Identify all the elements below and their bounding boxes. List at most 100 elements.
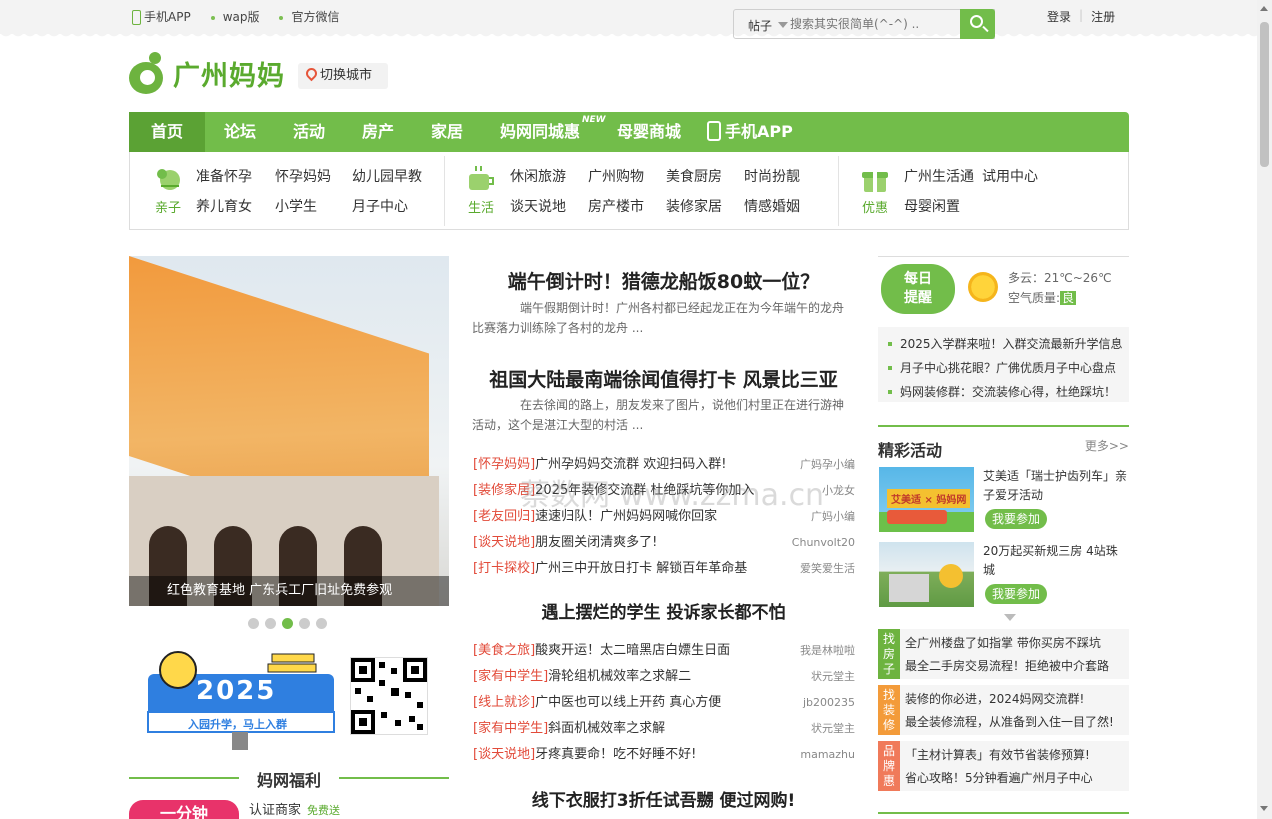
subnav-link[interactable]: 怀孕妈妈 xyxy=(275,166,331,186)
wap-link[interactable]: wap版 xyxy=(210,8,259,25)
one-minute-badge[interactable]: 一分钟 xyxy=(129,800,239,819)
activities-title: 精彩活动 xyxy=(878,441,943,460)
slider-dots xyxy=(248,618,327,629)
subnav-link[interactable]: 装修家居 xyxy=(666,196,722,216)
headline-desc: 端午假期倒计时！广州各村都已经起龙正在为今年端午的龙舟比赛落力训练除了各村的龙舟… xyxy=(472,301,845,335)
wechat-link[interactable]: 官方微信 xyxy=(279,8,340,25)
news-row[interactable]: [打卡探校]广州三中开放日打卡 解锁百年革命基 爱笑爱生活 xyxy=(473,556,855,582)
activity-image[interactable] xyxy=(879,542,974,607)
account-links: 登录 | 注册 xyxy=(1047,8,1115,25)
subnav-link[interactable]: 时尚扮靓 xyxy=(744,166,800,186)
subnav-group-life[interactable]: 生活 xyxy=(461,164,501,216)
promo-label: 找房子 xyxy=(878,629,900,679)
promo-decoration[interactable]: 找装修 装修的你必进，2024妈网交流群! 最全装修流程，从准备到入住一目了然! xyxy=(878,685,1129,735)
activity-title[interactable]: 20万起买新规三房 4站珠城 xyxy=(983,542,1129,580)
mobile-app-link[interactable]: 手机APP xyxy=(132,8,191,25)
bullet-icon xyxy=(210,15,215,20)
subnav-link[interactable]: 休闲旅游 xyxy=(510,166,566,186)
logo-mark-icon xyxy=(129,52,167,94)
city-switch-button[interactable]: 切换城市 xyxy=(298,63,388,89)
slider-dot-active[interactable] xyxy=(282,618,293,629)
divider xyxy=(878,812,1129,814)
nav-mobile-app[interactable]: 手机APP xyxy=(707,112,793,152)
sun-icon xyxy=(968,272,998,302)
register-link[interactable]: 注册 xyxy=(1091,8,1115,25)
coffee-cup-icon xyxy=(466,164,496,194)
subnav-link[interactable]: 情感婚姻 xyxy=(744,196,800,216)
news-row[interactable]: [谈天说地]朋友圈关闭清爽多了! Chunvolt20 xyxy=(473,530,855,556)
subnav-link[interactable]: 月子中心 xyxy=(352,196,408,216)
scroll-down-icon[interactable] xyxy=(1260,806,1268,811)
subnav-group-parenting[interactable]: 亲子 xyxy=(148,164,188,216)
site-logo[interactable]: 广州妈妈 xyxy=(129,52,285,94)
search-box: 帖子 xyxy=(733,9,995,39)
news-row[interactable]: [美食之旅]酸爽开运！太二暗黑店白嫖生日面 我是林啦啦 xyxy=(473,638,855,664)
slider-dot[interactable] xyxy=(265,618,276,629)
subnav-link[interactable]: 准备怀孕 xyxy=(196,166,252,186)
subnav-link[interactable]: 美食厨房 xyxy=(666,166,722,186)
scrollbar[interactable] xyxy=(1257,0,1272,819)
join-button[interactable]: 我要参加 xyxy=(985,509,1047,529)
tip-link[interactable]: 2025入学群来啦！入群交流最新升学信息 xyxy=(878,332,1129,356)
enrollment-banner[interactable]: 2025 入园升学，马上入群 xyxy=(132,646,337,751)
divider xyxy=(838,156,839,226)
subnav-link[interactable]: 房产楼市 xyxy=(588,196,644,216)
subnav-link[interactable]: 小学生 xyxy=(275,196,317,216)
slider-dot[interactable] xyxy=(299,618,310,629)
headline-title[interactable]: 端午倒计时！猎德龙船饭80蚊一位？ xyxy=(472,267,855,294)
nav-baby-mall[interactable]: 母婴商城 xyxy=(617,112,681,152)
slider-dot[interactable] xyxy=(316,618,327,629)
promo-brand[interactable]: 品牌惠 「主材计算表」有效节省装修预算! 省心攻略！5分钟看遍广州月子中心 xyxy=(878,741,1129,791)
section-title[interactable]: 线下衣服打3折任试吾嬲 便过网购! xyxy=(472,786,855,811)
search-input[interactable] xyxy=(790,14,925,34)
chevron-down-icon[interactable] xyxy=(1004,614,1016,621)
nav-city-deals[interactable]: 妈网同城惠 xyxy=(500,112,580,152)
slider-caption: 红色教育基地 广东兵工厂旧址免费参观 xyxy=(129,576,449,606)
nav-activity[interactable]: 活动 xyxy=(293,112,325,152)
slider-dot[interactable] xyxy=(248,618,259,629)
caret-down-icon xyxy=(778,22,789,33)
nav-home-decor[interactable]: 家居 xyxy=(431,112,463,152)
promo-housing[interactable]: 找房子 全广州楼盘了如指掌 带你买房不踩坑 最全二手房交易流程！拒绝被中介套路 xyxy=(878,629,1129,679)
tip-link[interactable]: 月子中心挑花眼？广佛优质月子中心盘点 xyxy=(878,356,1129,380)
welfare-item[interactable]: 认证商家 免费送 xyxy=(249,799,340,818)
subnav-link[interactable]: 广州购物 xyxy=(588,166,644,186)
headline-desc: 在去徐闻的路上，朋友发来了图片，说他们村里正在进行游神活动，这个是湛江大型的村活… xyxy=(472,398,845,432)
watermark: 蔡数网 www.zzma.cn xyxy=(520,478,825,513)
section-title[interactable]: 遇上摆烂的学生 投诉家长都不怕 xyxy=(472,598,855,623)
new-badge: NEW xyxy=(582,115,606,125)
scroll-up-icon[interactable] xyxy=(1260,6,1268,11)
news-row[interactable]: [谈天说地]牙疼真要命！吃不好睡不好! mamazhu xyxy=(473,742,855,768)
news-row[interactable]: [家有中学生]滑轮组机械效率之求解二 状元堂主 xyxy=(473,664,855,690)
subnav-group-deals[interactable]: 优惠 xyxy=(855,164,895,216)
promo-label: 找装修 xyxy=(878,685,900,735)
subnav-link[interactable]: 广州生活通 xyxy=(904,166,974,186)
headline-title[interactable]: 祖国大陆最南端徐闻值得打卡 风景比三亚 xyxy=(472,365,855,392)
tips-list: 2025入学群来啦！入群交流最新升学信息 月子中心挑花眼？广佛优质月子中心盘点 … xyxy=(878,327,1129,402)
activity-title[interactable]: 艾美适「瑞士护齿列车」亲子爱牙活动 xyxy=(983,467,1129,505)
search-type-select[interactable]: 帖子 xyxy=(748,17,789,34)
more-link[interactable]: 更多>> xyxy=(1085,437,1129,454)
nav-forum[interactable]: 论坛 xyxy=(224,112,256,152)
news-row[interactable]: [家有中学生]斜面机械效率之求解 状元堂主 xyxy=(473,716,855,742)
subnav-link[interactable]: 母婴闲置 xyxy=(904,196,960,216)
hero-slider[interactable]: 红色教育基地 广东兵工厂旧址免费参观 xyxy=(129,256,449,606)
promo-label: 品牌惠 xyxy=(878,741,900,791)
nav-home[interactable]: 首页 xyxy=(129,112,205,152)
search-button[interactable] xyxy=(960,9,995,39)
subnav-link[interactable]: 养儿育女 xyxy=(196,196,252,216)
subnav-link[interactable]: 试用中心 xyxy=(982,166,1038,186)
tip-link[interactable]: 妈网装修群：交流装修心得，杜绝踩坑！ xyxy=(878,380,1129,404)
header: 广州妈妈 切换城市 xyxy=(129,50,1129,98)
news-row[interactable]: [线上就诊]广中医也可以线上开药 真心方便 jb200235 xyxy=(473,690,855,716)
sub-nav: 亲子 准备怀孕 怀孕妈妈 幼儿园早教 养儿育女 小学生 月子中心 生活 休闲旅游… xyxy=(129,152,1129,230)
train-icon xyxy=(887,510,947,524)
login-link[interactable]: 登录 xyxy=(1047,8,1071,25)
nav-housing[interactable]: 房产 xyxy=(362,112,394,152)
activity-image[interactable]: 艾美适 × 妈妈网 xyxy=(879,467,974,532)
scrollbar-thumb[interactable] xyxy=(1260,22,1269,167)
join-button[interactable]: 我要参加 xyxy=(985,584,1047,604)
subnav-link[interactable]: 谈天说地 xyxy=(510,196,566,216)
divider xyxy=(444,156,445,226)
subnav-link[interactable]: 幼儿园早教 xyxy=(352,166,422,186)
